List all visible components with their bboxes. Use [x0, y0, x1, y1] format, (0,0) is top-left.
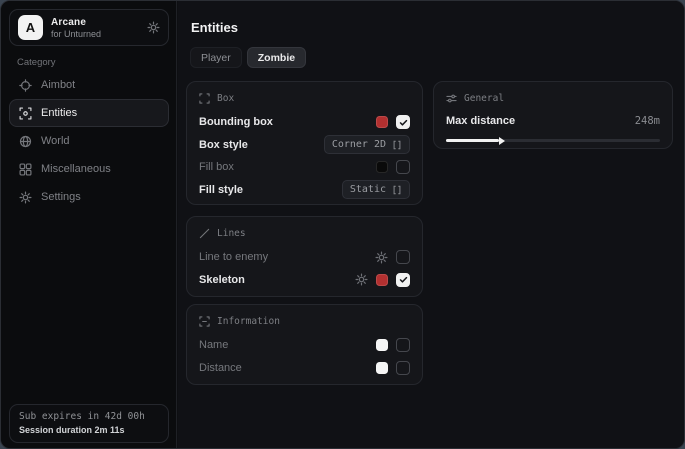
fill-style-row: Fill style Static — [199, 179, 410, 202]
app-subtitle: for Unturned — [51, 29, 101, 39]
information-panel-title: Information — [217, 316, 280, 327]
sidebar-nav: Aimbot Entities World — [9, 71, 169, 211]
distance-checkbox[interactable] — [396, 361, 410, 375]
session-duration-text: Session duration 2m 11s — [19, 425, 159, 435]
fill-style-label: Fill style — [199, 184, 243, 196]
sidebar-item-aimbot[interactable]: Aimbot — [9, 71, 169, 99]
bounding-box-color-swatch[interactable] — [376, 116, 388, 128]
app-settings-icon[interactable] — [147, 21, 160, 34]
app-header-card: A Arcane for Unturned — [9, 9, 169, 46]
category-label: Category — [17, 57, 56, 68]
lines-panel: Lines Line to enemy Skeleton — [186, 216, 423, 297]
sub-expiry-text: Sub expires in 42d 00h — [19, 411, 159, 422]
max-distance-row: Max distance 248m — [446, 111, 660, 131]
general-panel-header: General — [446, 91, 660, 106]
skeleton-row: Skeleton — [199, 269, 410, 292]
gear-icon — [19, 191, 32, 204]
line-to-enemy-label: Line to enemy — [199, 251, 268, 263]
box-style-value: Corner 2D — [332, 139, 386, 150]
bounding-box-label: Bounding box — [199, 116, 273, 128]
globe-icon — [19, 135, 32, 148]
page-title: Entities — [191, 20, 238, 35]
entity-tabs: Player Zombie — [190, 47, 306, 68]
scan-text-icon — [199, 316, 210, 327]
fill-box-color-swatch[interactable] — [376, 161, 388, 173]
information-panel: Information Name Distance — [186, 304, 423, 385]
scan-icon — [19, 107, 32, 120]
line-to-enemy-checkbox[interactable] — [396, 250, 410, 264]
line-diagonal-icon — [199, 228, 210, 239]
sidebar-item-label: World — [41, 135, 70, 147]
box-panel: Box Bounding box Box style Corner 2D — [186, 81, 423, 205]
fill-style-dropdown[interactable]: Static — [342, 180, 410, 199]
skeleton-settings-icon[interactable] — [355, 273, 368, 286]
brackets-icon — [392, 140, 402, 150]
name-label: Name — [199, 339, 228, 351]
lines-panel-header: Lines — [199, 226, 410, 241]
arcane-window: A Arcane for Unturned Category A — [0, 0, 685, 449]
tab-player[interactable]: Player — [190, 47, 242, 68]
sidebar: A Arcane for Unturned Category A — [1, 1, 177, 448]
box-style-dropdown[interactable]: Corner 2D — [324, 135, 410, 154]
sidebar-item-world[interactable]: World — [9, 127, 169, 155]
information-panel-header: Information — [199, 314, 410, 329]
sidebar-item-label: Entities — [41, 107, 77, 119]
fill-style-value: Static — [350, 184, 386, 195]
general-panel-title: General — [464, 93, 504, 104]
lines-panel-title: Lines — [217, 228, 246, 239]
max-distance-slider[interactable] — [446, 139, 660, 142]
general-panel: General Max distance 248m — [433, 81, 673, 149]
sliders-icon — [446, 93, 457, 104]
distance-color-swatch[interactable] — [376, 362, 388, 374]
skeleton-label: Skeleton — [199, 274, 245, 286]
subscription-card: Sub expires in 42d 00h Session duration … — [9, 404, 169, 443]
max-distance-label: Max distance — [446, 115, 515, 127]
name-row: Name — [199, 334, 410, 357]
slider-fill — [446, 139, 499, 142]
app-meta: Arcane for Unturned — [51, 17, 101, 39]
app-logo: A — [18, 15, 43, 40]
sidebar-item-miscellaneous[interactable]: Miscellaneous — [9, 155, 169, 183]
box-style-label: Box style — [199, 139, 248, 151]
sidebar-item-label: Settings — [41, 191, 81, 203]
name-color-swatch[interactable] — [376, 339, 388, 351]
box-panel-header: Box — [199, 91, 410, 106]
distance-label: Distance — [199, 362, 242, 374]
box-icon — [199, 93, 210, 104]
brackets-icon — [392, 185, 402, 195]
sidebar-item-label: Aimbot — [41, 79, 75, 91]
grid-icon — [19, 163, 32, 176]
bounding-box-checkbox[interactable] — [396, 115, 410, 129]
sidebar-item-settings[interactable]: Settings — [9, 183, 169, 211]
name-checkbox[interactable] — [396, 338, 410, 352]
app-name: Arcane — [51, 17, 101, 28]
crosshair-icon — [19, 79, 32, 92]
fill-box-checkbox[interactable] — [396, 160, 410, 174]
box-panel-title: Box — [217, 93, 234, 104]
line-to-enemy-row: Line to enemy — [199, 246, 410, 269]
tab-zombie[interactable]: Zombie — [247, 47, 306, 68]
sidebar-item-label: Miscellaneous — [41, 163, 111, 175]
bounding-box-row: Bounding box — [199, 111, 410, 134]
fill-box-label: Fill box — [199, 161, 234, 173]
main-content: Entities Player Zombie Box Bounding box — [178, 1, 684, 448]
distance-row: Distance — [199, 357, 410, 380]
skeleton-checkbox[interactable] — [396, 273, 410, 287]
skeleton-color-swatch[interactable] — [376, 274, 388, 286]
max-distance-value: 248m — [635, 115, 660, 127]
line-to-enemy-settings-icon[interactable] — [375, 251, 388, 264]
fill-box-row: Fill box — [199, 156, 410, 179]
sidebar-item-entities[interactable]: Entities — [9, 99, 169, 127]
box-style-row: Box style Corner 2D — [199, 134, 410, 157]
